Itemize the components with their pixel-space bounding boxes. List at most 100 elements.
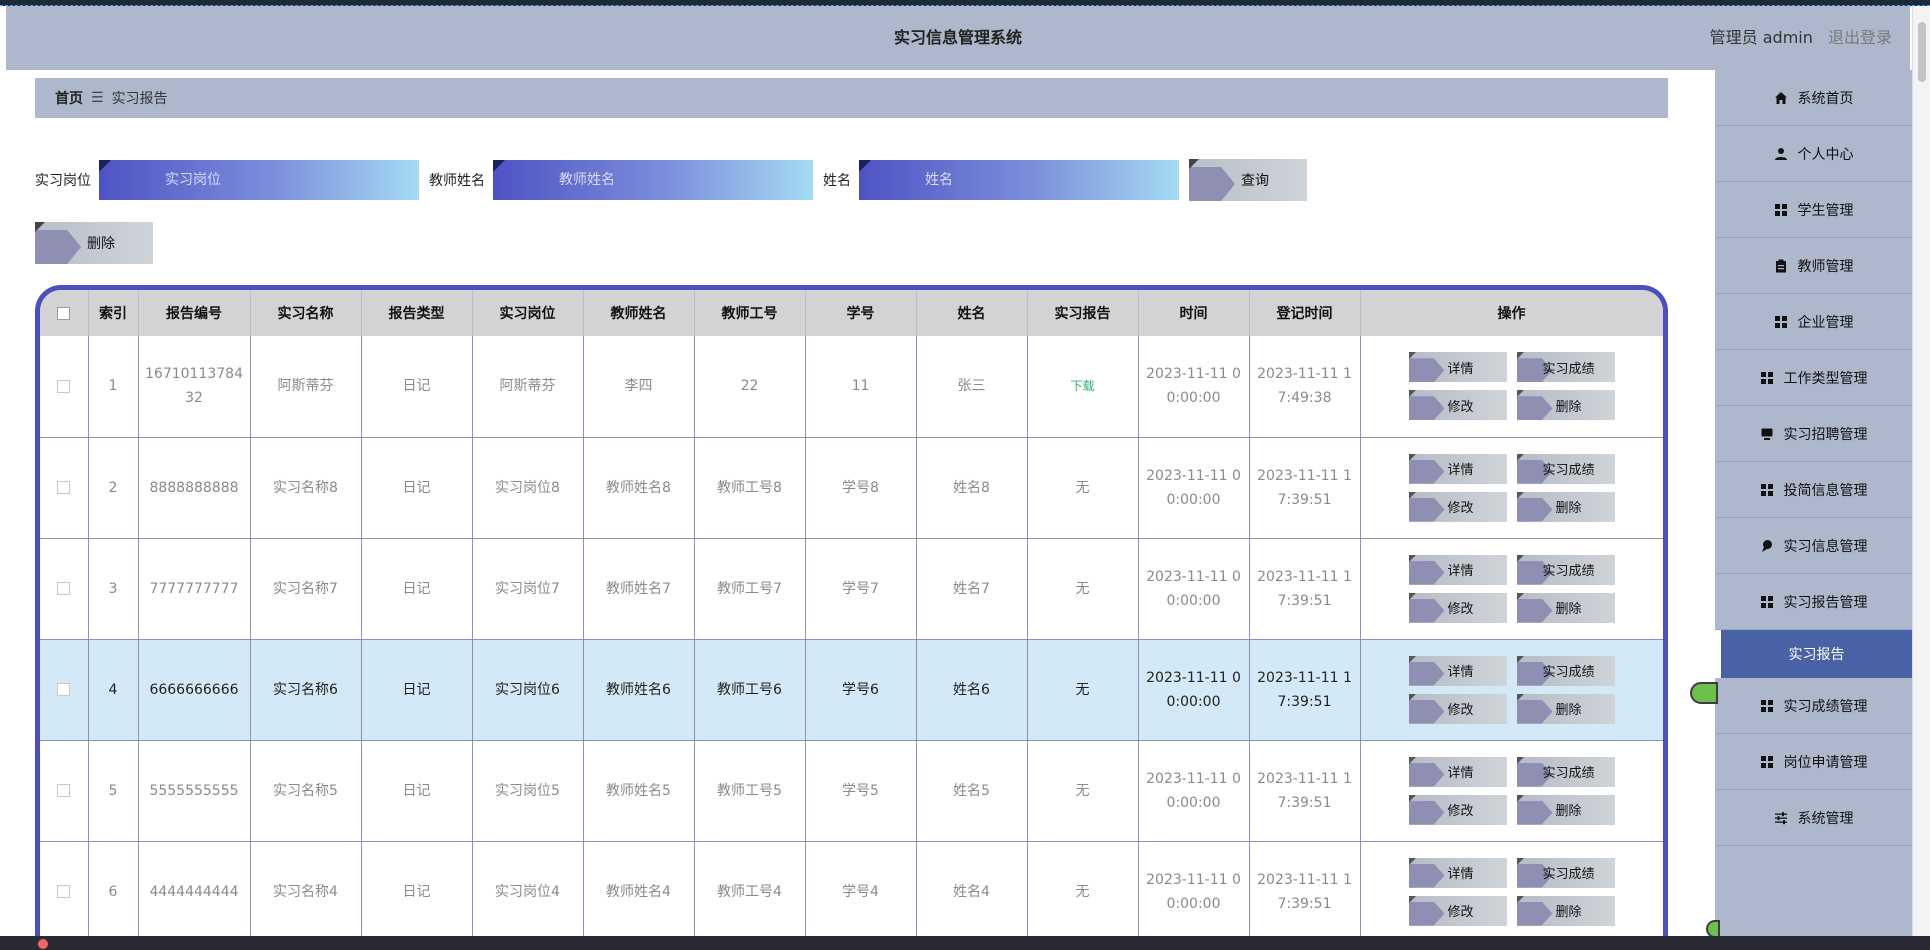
post-search-input[interactable]	[99, 160, 419, 200]
app-title: 实习信息管理系统	[893, 28, 1022, 47]
detail-button[interactable]: 详情	[1408, 554, 1507, 585]
edit-button[interactable]: 修改	[1408, 491, 1507, 522]
cell-type: 日记	[361, 538, 473, 640]
name-search-input[interactable]	[859, 160, 1179, 200]
delete-button[interactable]: 删除	[1516, 693, 1615, 724]
edit-button[interactable]: 修改	[1408, 794, 1507, 825]
sidebar-item[interactable]: 企业管理	[1715, 294, 1912, 350]
cell-student-no: 学号7	[805, 538, 917, 640]
cell-report-no: 5555555555	[138, 740, 251, 842]
sidebar-item[interactable]: 工作类型管理	[1715, 350, 1912, 406]
table-row[interactable]: 5 5555555555 实习名称5 日记 实习岗位5 教师姓名5 教师工号5 学号5 姓名5 无…	[40, 740, 1663, 842]
teacher-search-input[interactable]	[493, 160, 813, 200]
detail-button-label: 详情	[1447, 361, 1474, 377]
sidebar-item[interactable]: 学生管理	[1715, 182, 1912, 238]
download-link[interactable]: 下载	[1070, 379, 1094, 393]
row-checkbox[interactable]	[57, 683, 71, 696]
score-button[interactable]: 实习成绩	[1516, 554, 1615, 585]
cell-index: 5	[88, 740, 139, 842]
score-button[interactable]: 实习成绩	[1516, 453, 1615, 484]
edit-button[interactable]: 修改	[1408, 693, 1507, 724]
sidebar-subitem-active[interactable]: 实习报告	[1715, 630, 1912, 678]
cell-report-no: 8888888888	[138, 437, 251, 539]
table-row[interactable]: 1 1671011378432 阿斯蒂芬 日记 阿斯蒂芬 李四 22 11 张三 下载 2023-1…	[40, 336, 1663, 438]
sidebar-item-label: 实习报告管理	[1783, 594, 1868, 611]
sidebar-item[interactable]: 岗位申请管理	[1715, 734, 1912, 790]
delete-button[interactable]: 删除	[1516, 794, 1615, 825]
edit-button[interactable]: 修改	[1408, 390, 1507, 421]
score-button-label: 实习成绩	[1542, 665, 1595, 680]
detail-button[interactable]: 详情	[1408, 453, 1507, 484]
table-row[interactable]: 2 8888888888 实习名称8 日记 实习岗位8 教师姓名8 教师工号8 学号8 姓名8 无…	[40, 437, 1663, 539]
sidebar-item-label: 实习信息管理	[1783, 538, 1868, 555]
score-button[interactable]: 实习成绩	[1516, 352, 1615, 383]
sidebar-item[interactable]: 投简信息管理	[1715, 462, 1912, 518]
sidebar-item[interactable]: 实习成绩管理	[1715, 678, 1912, 734]
scrollbar-thumb[interactable]	[1918, 22, 1926, 82]
detail-button[interactable]: 详情	[1408, 857, 1507, 888]
detail-button[interactable]: 详情	[1408, 756, 1507, 787]
delete-button[interactable]: 删除	[1516, 390, 1615, 421]
column-header: 操作	[1360, 290, 1663, 336]
row-actions-cell: 详情 实习成绩修改 删除	[1360, 639, 1663, 741]
column-header: 报告编号	[138, 290, 251, 336]
sidebar-item[interactable]: 实习报告管理	[1715, 574, 1912, 630]
edit-button-label: 修改	[1447, 905, 1474, 920]
home-icon	[1774, 91, 1788, 105]
row-checkbox[interactable]	[57, 481, 71, 494]
score-button[interactable]: 实习成绩	[1516, 857, 1615, 888]
current-user: 管理员 admin	[1709, 28, 1813, 47]
sidebar-item[interactable]: 实习信息管理	[1715, 518, 1912, 574]
breadcrumb-home[interactable]: 首页	[55, 88, 83, 108]
sidebar-item[interactable]: 系统管理	[1715, 790, 1912, 846]
sidebar-item-label: 教师管理	[1797, 258, 1854, 275]
cell-index: 4	[88, 639, 139, 741]
table-row[interactable]: 3 7777777777 实习名称7 日记 实习岗位7 教师姓名7 教师工号7 学号7 姓名7 无…	[40, 538, 1663, 640]
bulk-delete-button[interactable]: 删除	[35, 222, 153, 264]
select-all-header	[40, 290, 89, 336]
cell-student-no: 学号4	[805, 841, 917, 943]
cell-post: 实习岗位4	[472, 841, 584, 943]
cell-teacher-no: 教师工号5	[694, 740, 806, 842]
edit-button[interactable]: 修改	[1408, 895, 1507, 926]
page-scrollbar[interactable]	[1912, 6, 1930, 936]
score-button[interactable]: 实习成绩	[1516, 756, 1615, 787]
app-header: 实习信息管理系统 管理员 admin 退出登录	[6, 6, 1910, 70]
row-checkbox[interactable]	[57, 379, 71, 393]
user-area: 管理员 admin 退出登录	[1710, 6, 1892, 70]
delete-button-label: 删除	[1555, 399, 1582, 415]
select-all-checkbox[interactable]	[57, 306, 71, 320]
grid-icon	[1760, 699, 1774, 713]
sidebar-item-label: 岗位申请管理	[1783, 754, 1868, 771]
sidebar-item-label: 实习成绩管理	[1783, 698, 1868, 715]
taskbar-app-icon[interactable]	[38, 939, 48, 949]
user-icon	[1774, 147, 1788, 161]
delete-button[interactable]: 删除	[1516, 895, 1615, 926]
row-checkbox[interactable]	[57, 885, 71, 898]
row-checkbox[interactable]	[57, 582, 71, 595]
sidebar-item[interactable]: 个人中心	[1715, 126, 1912, 182]
cell-student-no: 11	[805, 336, 917, 438]
cell-name: 实习名称8	[250, 437, 362, 539]
sidebar-item-label: 系统管理	[1797, 810, 1854, 827]
delete-button[interactable]: 删除	[1516, 592, 1615, 623]
detail-button[interactable]: 详情	[1408, 352, 1507, 383]
column-header: 实习岗位	[472, 290, 584, 336]
sidebar: 系统首页 个人中心 学生管理教师管理企业管理 工作类型管理 实习招聘管理 投简信息管理实习…	[1715, 70, 1912, 936]
logout-link[interactable]: 退出登录	[1828, 28, 1892, 47]
sidebar-item[interactable]: 实习招聘管理	[1715, 406, 1912, 462]
row-actions-cell: 详情 实习成绩修改 删除	[1360, 841, 1663, 943]
cell-teacher: 教师姓名8	[583, 437, 695, 539]
floating-widget-handle[interactable]	[1690, 682, 1718, 704]
table-row[interactable]: 4 6666666666 实习名称6 日记 实习岗位6 教师姓名6 教师工号6 学号6 姓名6 无…	[40, 639, 1663, 741]
row-checkbox[interactable]	[57, 784, 71, 797]
query-button[interactable]: 查询	[1189, 159, 1307, 201]
sidebar-item[interactable]: 教师管理	[1715, 238, 1912, 294]
delete-button[interactable]: 删除	[1516, 491, 1615, 522]
score-button[interactable]: 实习成绩	[1516, 655, 1615, 686]
sidebar-item[interactable]: 系统首页	[1715, 70, 1912, 126]
detail-button[interactable]: 详情	[1408, 655, 1507, 686]
table-row[interactable]: 6 4444444444 实习名称4 日记 实习岗位4 教师姓名4 教师工号4 学号4 姓名4 无…	[40, 841, 1663, 943]
edit-button[interactable]: 修改	[1408, 592, 1507, 623]
cell-time: 2023-11-11 00:00:00	[1138, 336, 1250, 438]
